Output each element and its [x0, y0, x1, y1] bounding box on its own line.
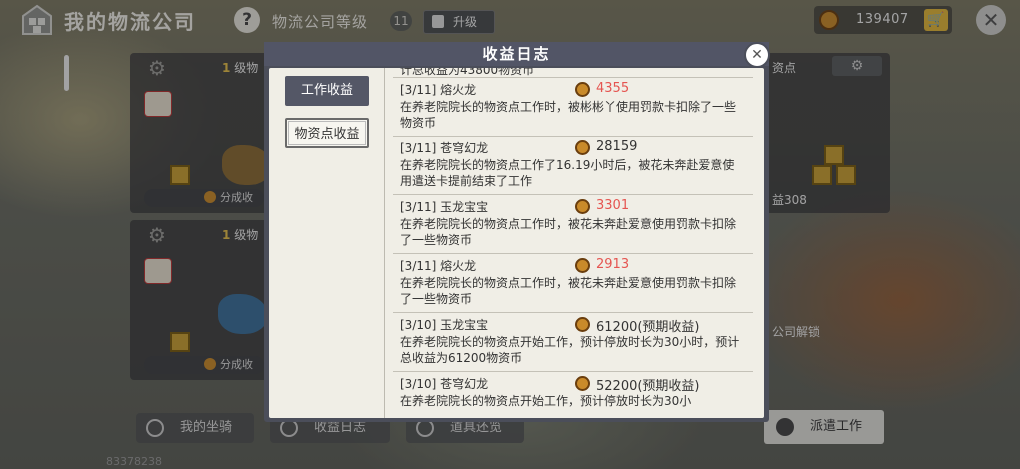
log-entry-amount: 28159 — [596, 139, 638, 154]
log-entry-description: 在养老院院长的物资点工作了16.19小时后，被花未奔赴爱意使用遣送卡提前结束了工… — [400, 158, 735, 188]
coin-icon — [575, 199, 590, 214]
earnings-log-list[interactable]: 计总收益为43800物资币 [3/11] 熔火龙 4355 在养老院院长的物资点… — [393, 68, 753, 418]
divider — [384, 68, 385, 418]
log-entry-amount: 2913 — [596, 257, 630, 272]
log-entry: [3/11] 熔火龙 2913 在养老院院长的物资点工作时，被花未奔赴爱意使用罚… — [393, 254, 753, 313]
coin-icon — [575, 317, 590, 332]
log-entry-header: [3/11] 熔火龙 — [400, 259, 477, 273]
log-entry: [3/10] 玉龙宝宝 61200(预期收益) 在养老院院长的物资点开始工作，预… — [393, 313, 753, 372]
coin-icon — [575, 258, 590, 273]
close-modal-button[interactable]: ✕ — [744, 42, 770, 68]
log-entry-header: [3/10] 玉龙宝宝 — [400, 318, 489, 332]
coin-icon — [575, 376, 590, 391]
log-entry-header: [3/11] 熔火龙 — [400, 83, 477, 97]
log-entry-description: 在养老院院长的物资点工作时，被花未奔赴爱意使用罚款卡扣除了一些物资币 — [400, 276, 737, 306]
coin-icon — [575, 82, 590, 97]
coin-icon — [575, 140, 590, 155]
log-entry-header: [3/11] 苍穹幻龙 — [400, 141, 489, 155]
log-entry-description: 在养老院院长的物资点开始工作，预计停放时长为30小 — [400, 394, 692, 408]
tab-resource-earnings[interactable]: 物资点收益 — [285, 118, 369, 148]
log-entry-amount: 4355 — [596, 81, 630, 96]
log-entry-amount: 52200(预期收益) — [596, 379, 700, 394]
log-entry-description: 在养老院院长的物资点工作时，被花未奔赴爱意使用罚款卡扣除了一些物资币 — [400, 217, 737, 247]
log-entry: [3/11] 熔火龙 4355 在养老院院长的物资点工作时，被彬彬丫使用罚款卡扣… — [393, 77, 753, 137]
log-entry: [3/11] 苍穹幻龙 28159 在养老院院长的物资点工作了16.19小时后，… — [393, 136, 753, 195]
log-entry: [3/10] 苍穹幻龙 52200(预期收益) 在养老院院长的物资点开始工作，预… — [393, 372, 753, 418]
modal-body: 工作收益 物资点收益 计总收益为43800物资币 [3/11] 熔火龙 4355… — [269, 68, 764, 418]
earnings-log-modal: 收益日志 工作收益 物资点收益 计总收益为43800物资币 [3/11] 熔火龙… — [264, 42, 769, 422]
log-entry-amount: 3301 — [596, 198, 630, 213]
log-entry: [3/11] 玉龙宝宝 3301 在养老院院长的物资点工作时，被花未奔赴爱意使用… — [393, 195, 753, 254]
log-entry-header: [3/10] 苍穹幻龙 — [400, 377, 489, 391]
log-entry-description: 在养老院院长的物资点开始工作，预计停放时长为30小时，预计总收益为61200物资… — [400, 335, 740, 365]
modal-title: 收益日志 — [264, 42, 769, 66]
log-entry-description: 在养老院院长的物资点工作时，被彬彬丫使用罚款卡扣除了一些物资币 — [400, 100, 737, 130]
tab-work-earnings[interactable]: 工作收益 — [285, 76, 369, 106]
log-entry-header: [3/11] 玉龙宝宝 — [400, 200, 489, 214]
log-entry-amount: 61200(预期收益) — [596, 320, 700, 335]
